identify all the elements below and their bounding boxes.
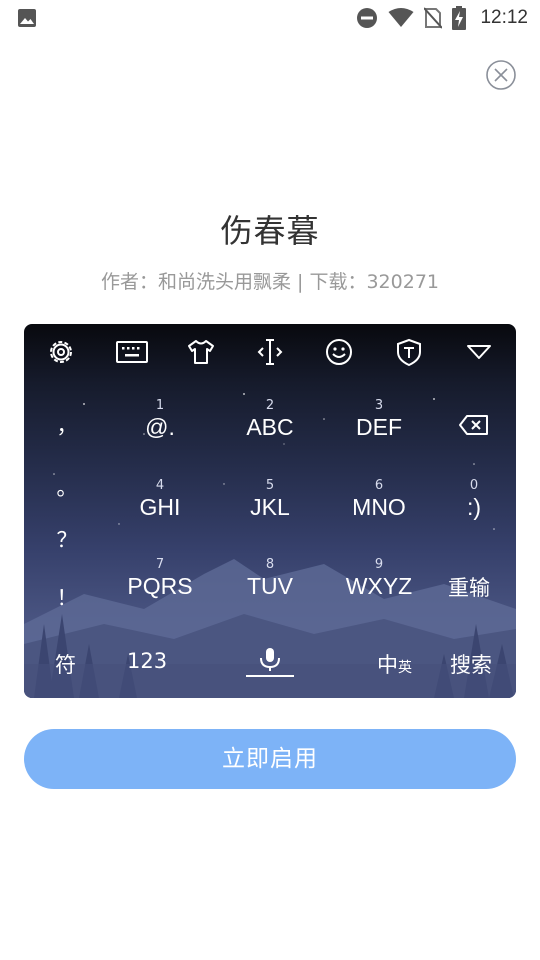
no-sim-icon	[424, 7, 443, 29]
shield-icon[interactable]	[394, 337, 424, 367]
symbol-key-comma[interactable]: ，	[47, 410, 87, 440]
numbers-key[interactable]: 123	[127, 649, 167, 673]
battery-charging-icon	[452, 6, 467, 30]
theme-meta: 作者：和尚洗头用飘柔 | 下载：320271	[100, 271, 439, 293]
symbol-key-period[interactable]: 。	[47, 472, 87, 502]
tshirt-icon[interactable]	[186, 337, 216, 367]
close-icon[interactable]	[485, 59, 517, 91]
search-key[interactable]: 搜索	[450, 649, 492, 679]
keyboard-icon[interactable]	[115, 337, 148, 367]
key-1[interactable]: 1 @.	[114, 399, 206, 441]
settings-icon[interactable]	[46, 337, 76, 367]
retype-key[interactable]: 重输	[448, 572, 490, 602]
symbol-key-question[interactable]: ？	[47, 524, 87, 554]
language-key[interactable]: 中英	[377, 649, 412, 679]
key-5[interactable]: 5 JKL	[224, 479, 316, 521]
do-not-disturb-icon	[356, 7, 378, 29]
keyboard-toolbar	[24, 324, 516, 380]
microphone-icon[interactable]	[244, 646, 296, 682]
key-7[interactable]: 7 PQRS	[114, 558, 206, 600]
cursor-icon[interactable]	[255, 337, 285, 367]
backspace-icon[interactable]	[454, 414, 494, 440]
enable-now-button[interactable]: 立即启用	[24, 729, 516, 789]
key-0[interactable]: 0 :)	[444, 479, 504, 521]
theme-title: 伤春暮	[220, 212, 320, 250]
emoji-icon[interactable]	[324, 337, 354, 367]
status-bar: 12:12	[0, 0, 540, 38]
key-3[interactable]: 3 DEF	[333, 399, 425, 441]
key-6[interactable]: 6 MNO	[333, 479, 425, 521]
keyboard-preview: ， 。 ？ ！ 1 @. 2 ABC 3 DEF 4 GHI 5 JKL 6 M…	[24, 324, 516, 698]
image-icon	[17, 8, 37, 28]
key-9[interactable]: 9 WXYZ	[333, 558, 425, 600]
symbols-key[interactable]: 符	[55, 649, 76, 679]
key-8[interactable]: 8 TUV	[224, 558, 316, 600]
key-4[interactable]: 4 GHI	[114, 479, 206, 521]
collapse-icon[interactable]	[464, 337, 494, 367]
key-2[interactable]: 2 ABC	[224, 399, 316, 441]
status-icons: 12:12	[356, 6, 528, 30]
clock: 12:12	[480, 7, 528, 28]
symbol-key-exclaim[interactable]: ！	[47, 582, 87, 612]
wifi-icon	[388, 8, 414, 28]
